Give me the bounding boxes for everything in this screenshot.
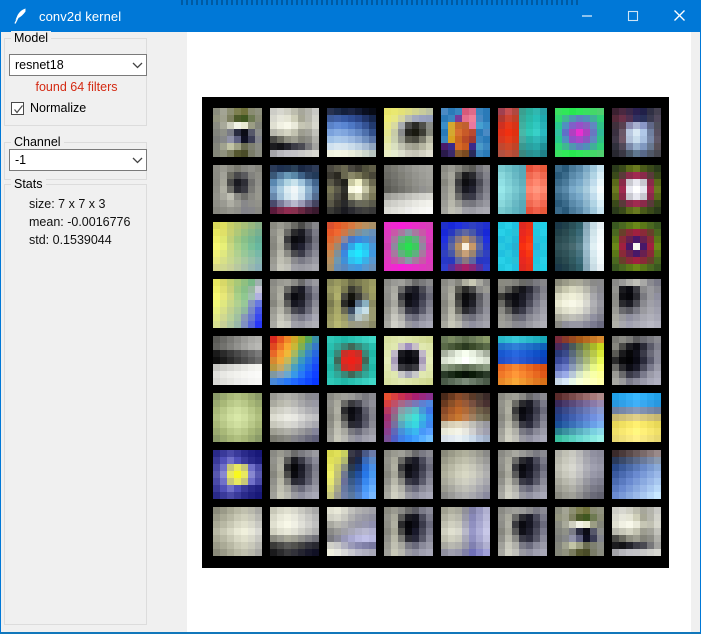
filter-tile[interactable] [441,165,490,214]
filter-tile[interactable] [555,279,604,328]
right-gutter [691,32,700,632]
filter-tile[interactable] [612,393,661,442]
maximize-button[interactable] [610,0,656,31]
stat-size: size: 7 x 7 x 3 [29,197,106,211]
chevron-down-icon [128,61,146,69]
filter-tile[interactable] [498,222,547,271]
channel-select-value: -1 [15,153,27,167]
chevron-down-icon [128,156,146,164]
filter-tile[interactable] [327,279,376,328]
filter-tile[interactable] [213,108,262,157]
filter-tile[interactable] [213,336,262,385]
filter-tile[interactable] [612,336,661,385]
filter-tile[interactable] [612,279,661,328]
filter-tile[interactable] [441,108,490,157]
close-button[interactable] [656,0,700,31]
feather-icon [11,5,31,27]
filter-tile[interactable] [213,393,262,442]
visualization-area [187,32,691,632]
filter-tile[interactable] [612,222,661,271]
filter-tile[interactable] [612,450,661,499]
filter-tile[interactable] [555,222,604,271]
titlebar-artifact [181,0,581,5]
filter-tile[interactable] [270,336,319,385]
filter-tile[interactable] [441,393,490,442]
filter-tile[interactable] [441,507,490,556]
filter-tile[interactable] [498,279,547,328]
filter-tile[interactable] [270,222,319,271]
window-title: conv2d kernel [39,8,122,24]
normalize-label: Normalize [30,101,87,115]
filter-tile[interactable] [327,450,376,499]
filter-tile[interactable] [213,507,262,556]
filter-tile[interactable] [555,393,604,442]
filter-tile[interactable] [327,393,376,442]
control-sidebar: Model resnet18 found 64 filters Normaliz… [1,31,187,632]
filter-tile[interactable] [498,393,547,442]
stat-std: std: 0.1539044 [29,233,112,247]
filter-tile[interactable] [384,108,433,157]
normalize-checkbox[interactable] [11,101,24,115]
filter-tile[interactable] [270,108,319,157]
filter-tile[interactable] [555,450,604,499]
filter-tile[interactable] [270,450,319,499]
filter-tile[interactable] [441,222,490,271]
filter-tile[interactable] [555,108,604,157]
filter-tile[interactable] [384,222,433,271]
filter-tile[interactable] [498,450,547,499]
filter-tile[interactable] [555,336,604,385]
filter-tile[interactable] [327,222,376,271]
filter-tile[interactable] [327,507,376,556]
filter-tile[interactable] [327,165,376,214]
filters-found-label: found 64 filters [35,80,118,94]
model-group-title: Model [11,31,52,45]
filter-tile[interactable] [270,279,319,328]
filter-grid [213,108,661,557]
filter-tile[interactable] [555,165,604,214]
filter-tile[interactable] [384,165,433,214]
filter-tile[interactable] [612,507,661,556]
title-bar[interactable]: conv2d kernel [1,0,700,32]
filter-tile[interactable] [612,108,661,157]
filter-tile[interactable] [384,336,433,385]
filter-tile[interactable] [384,279,433,328]
filter-tile[interactable] [213,450,262,499]
app-window: conv2d kernel Model resnet18 found 64 fi… [0,0,701,634]
stat-mean: mean: -0.0016776 [29,215,131,229]
stats-groupbox: Stats size: 7 x 7 x 3 mean: -0.0016776 s… [4,177,147,625]
filter-canvas[interactable] [202,97,669,568]
filter-tile[interactable] [498,507,547,556]
filter-tile[interactable] [270,165,319,214]
filter-tile[interactable] [441,279,490,328]
filter-tile[interactable] [213,165,262,214]
filter-tile[interactable] [384,507,433,556]
filter-tile[interactable] [441,336,490,385]
filter-tile[interactable] [327,108,376,157]
stats-group-title: Stats [11,177,46,191]
model-groupbox: Model resnet18 found 64 filters Normaliz… [4,31,147,126]
filter-tile[interactable] [498,336,547,385]
filter-tile[interactable] [213,222,262,271]
minimize-button[interactable] [564,0,610,31]
filter-tile[interactable] [498,108,547,157]
filter-tile[interactable] [612,165,661,214]
model-select[interactable]: resnet18 [9,54,147,76]
normalize-checkbox-row[interactable]: Normalize [11,101,86,115]
channel-group-title: Channel [11,135,64,149]
filter-tile[interactable] [270,393,319,442]
filter-tile[interactable] [327,336,376,385]
filter-tile[interactable] [384,393,433,442]
filter-tile[interactable] [441,450,490,499]
filter-tile[interactable] [555,507,604,556]
filter-tile[interactable] [498,165,547,214]
channel-select[interactable]: -1 [9,149,147,171]
model-select-value: resnet18 [15,58,64,72]
channel-groupbox: Channel -1 [4,135,147,180]
filter-tile[interactable] [213,279,262,328]
filter-tile[interactable] [384,450,433,499]
filter-tile[interactable] [270,507,319,556]
